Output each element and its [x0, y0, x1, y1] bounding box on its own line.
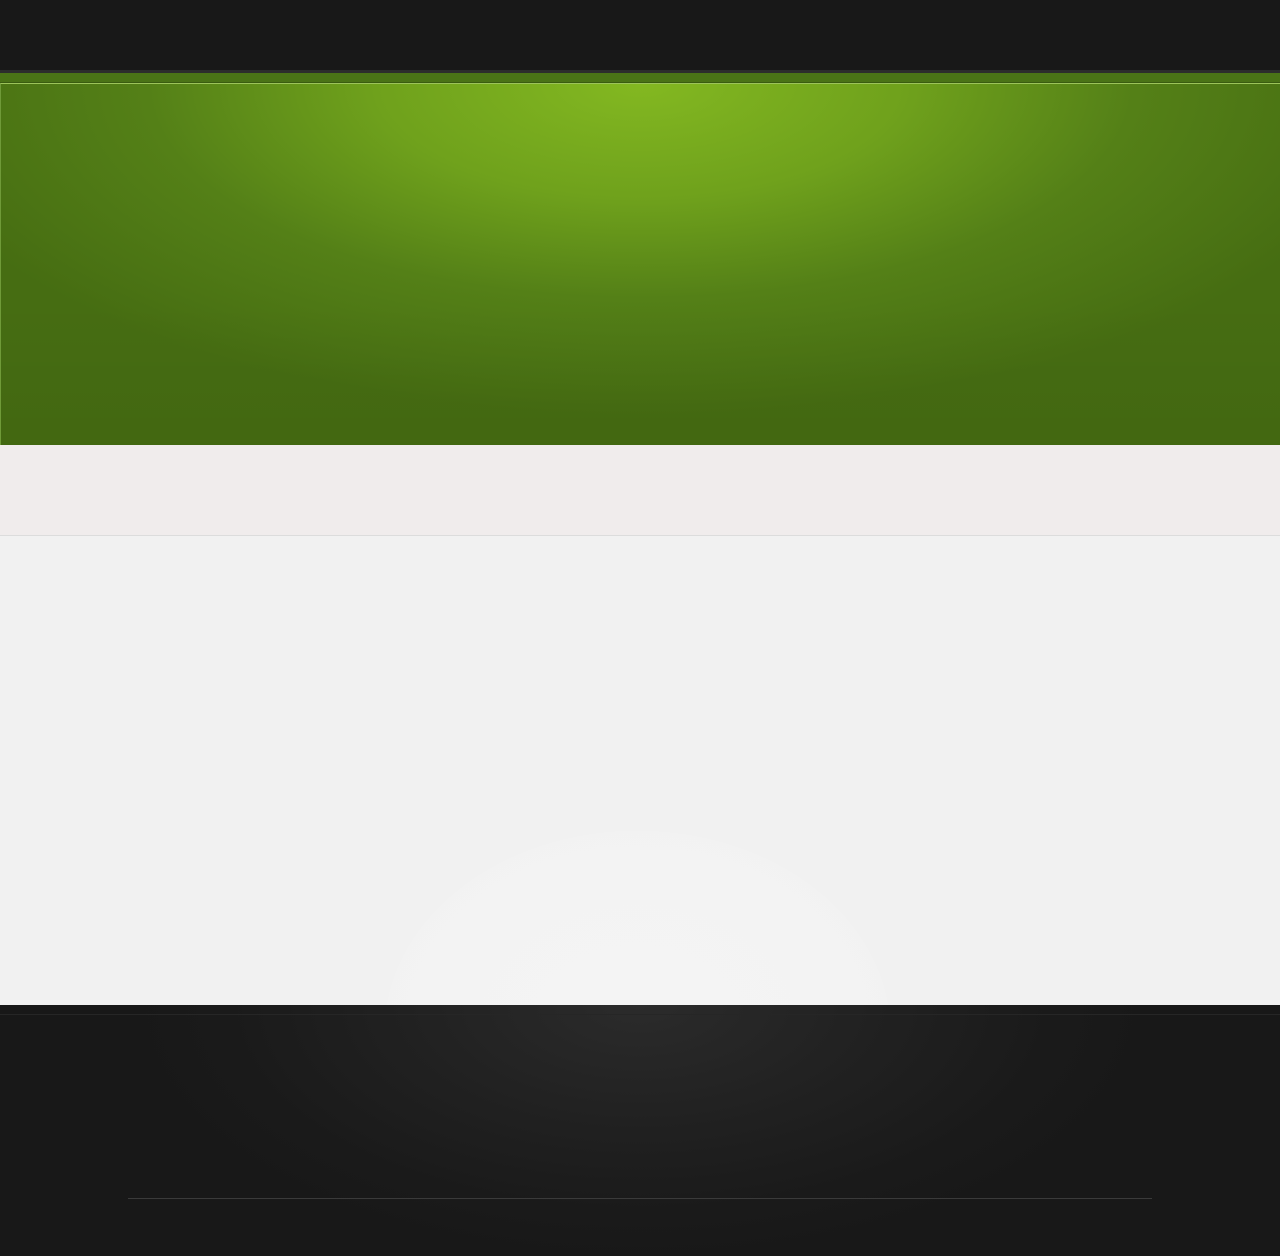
hero-banner [0, 83, 1280, 445]
sub-header-bar [0, 445, 1280, 536]
content-glow-decoration [385, 831, 890, 1005]
footer-divider [128, 1198, 1152, 1199]
footer-top-edge [0, 1014, 1280, 1015]
footer [0, 1005, 1280, 1256]
main-content [0, 536, 1280, 1005]
top-navigation-bar [0, 0, 1280, 70]
accent-strip [0, 73, 1280, 83]
